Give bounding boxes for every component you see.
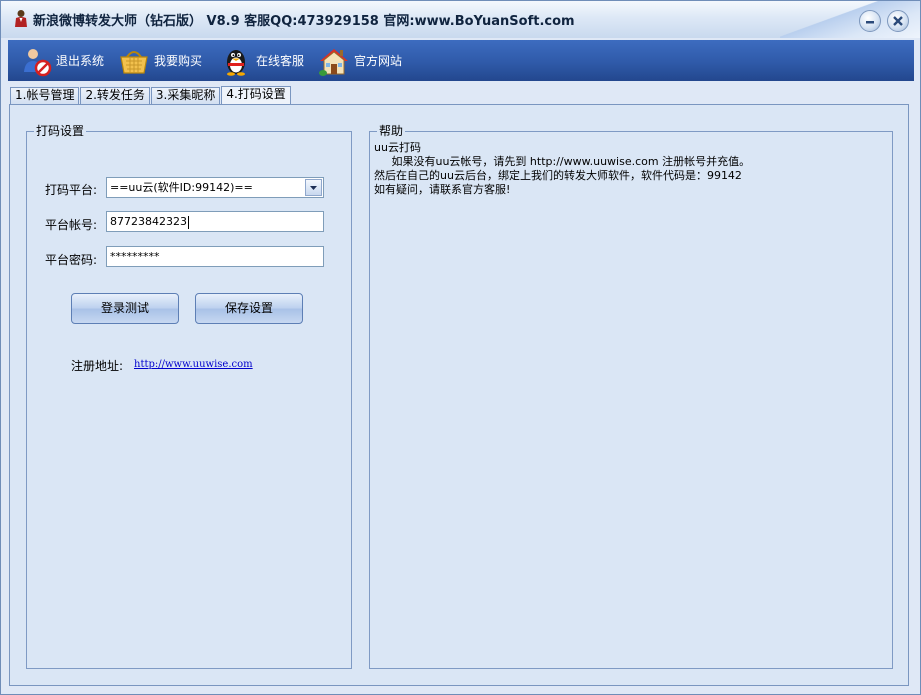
toolbar: 退出系统 我要购买 在线客服 官方网站: [8, 40, 914, 81]
account-label: 平台帐号:: [45, 218, 98, 232]
home-icon: [319, 48, 348, 76]
account-input[interactable]: 87723842323: [106, 211, 324, 232]
buy-button[interactable]: 我要购买: [118, 40, 202, 81]
app-person-icon: [15, 10, 27, 27]
platform-dropdown-button[interactable]: [305, 179, 322, 196]
window-title: 新浪微博转发大师（钻石版） V8.9 客服QQ:473929158 官网:www…: [33, 14, 575, 29]
exit-system-button[interactable]: 退出系统: [20, 40, 104, 81]
tab-forward-task[interactable]: 2.转发任务: [80, 87, 150, 104]
login-test-button[interactable]: 登录测试: [71, 293, 179, 324]
help-line: uu云打码: [374, 141, 421, 154]
captcha-settings-group: 打码设置 打码平台: ==uu云(软件ID:99142)== 平台帐号: 877…: [26, 124, 352, 669]
platform-select-value: ==uu云(软件ID:99142)==: [110, 181, 253, 194]
title-bar[interactable]: 新浪微博转发大师（钻石版） V8.9 客服QQ:473929158 官网:www…: [1, 1, 920, 38]
official-site-label: 官方网站: [354, 54, 403, 68]
help-line: 然后在自己的uu云后台，绑定上我们的转发大师软件，软件代码是：99142: [374, 169, 742, 182]
text-cursor: [187, 215, 189, 229]
official-site-button[interactable]: 官方网站: [318, 40, 402, 81]
password-label: 平台密码:: [45, 253, 98, 267]
password-input-value: *********: [110, 250, 160, 263]
minimize-button[interactable]: [859, 10, 881, 32]
tab-account-management[interactable]: 1.帐号管理: [10, 87, 80, 104]
close-icon: [893, 16, 903, 26]
help-group: 帮助 uu云打码 如果没有uu云帐号，请先到 http://www.uuwise…: [369, 124, 893, 669]
qq-penguin-icon: [227, 49, 245, 76]
close-button[interactable]: [887, 10, 909, 32]
tab-collect-nickname[interactable]: 3.采集昵称: [150, 87, 221, 104]
shopping-basket-icon: [120, 50, 148, 74]
password-input[interactable]: *********: [106, 246, 324, 267]
online-service-button[interactable]: 在线客服: [220, 40, 304, 81]
chevron-down-icon: [310, 186, 317, 190]
captcha-settings-legend: 打码设置: [34, 124, 87, 138]
tab-captcha-settings[interactable]: 4.打码设置: [221, 86, 291, 104]
exit-system-label: 退出系统: [56, 54, 105, 68]
platform-label: 打码平台:: [45, 183, 98, 197]
save-settings-button[interactable]: 保存设置: [195, 293, 303, 324]
platform-select[interactable]: ==uu云(软件ID:99142)==: [106, 177, 324, 198]
minimize-icon: [866, 21, 874, 24]
help-line: 如果没有uu云帐号，请先到 http://www.uuwise.com 注册帐号…: [374, 155, 751, 168]
register-link[interactable]: http://www.uuwise.com: [134, 359, 253, 370]
account-input-value: 87723842323: [110, 215, 187, 228]
exit-user-icon: [24, 48, 52, 76]
help-line: 如有疑问，请联系官方客服!: [374, 183, 511, 196]
main-window: 新浪微博转发大师（钻石版） V8.9 客服QQ:473929158 官网:www…: [0, 0, 921, 695]
captcha-settings-panel: 打码设置 打码平台: ==uu云(软件ID:99142)== 平台帐号: 877…: [9, 104, 909, 686]
tab-strip: 1.帐号管理 2.转发任务 3.采集昵称 4.打码设置: [10, 86, 292, 104]
register-address-label: 注册地址:: [71, 359, 124, 373]
help-legend: 帮助: [377, 124, 406, 138]
online-service-label: 在线客服: [256, 54, 305, 68]
buy-label: 我要购买: [154, 54, 203, 68]
